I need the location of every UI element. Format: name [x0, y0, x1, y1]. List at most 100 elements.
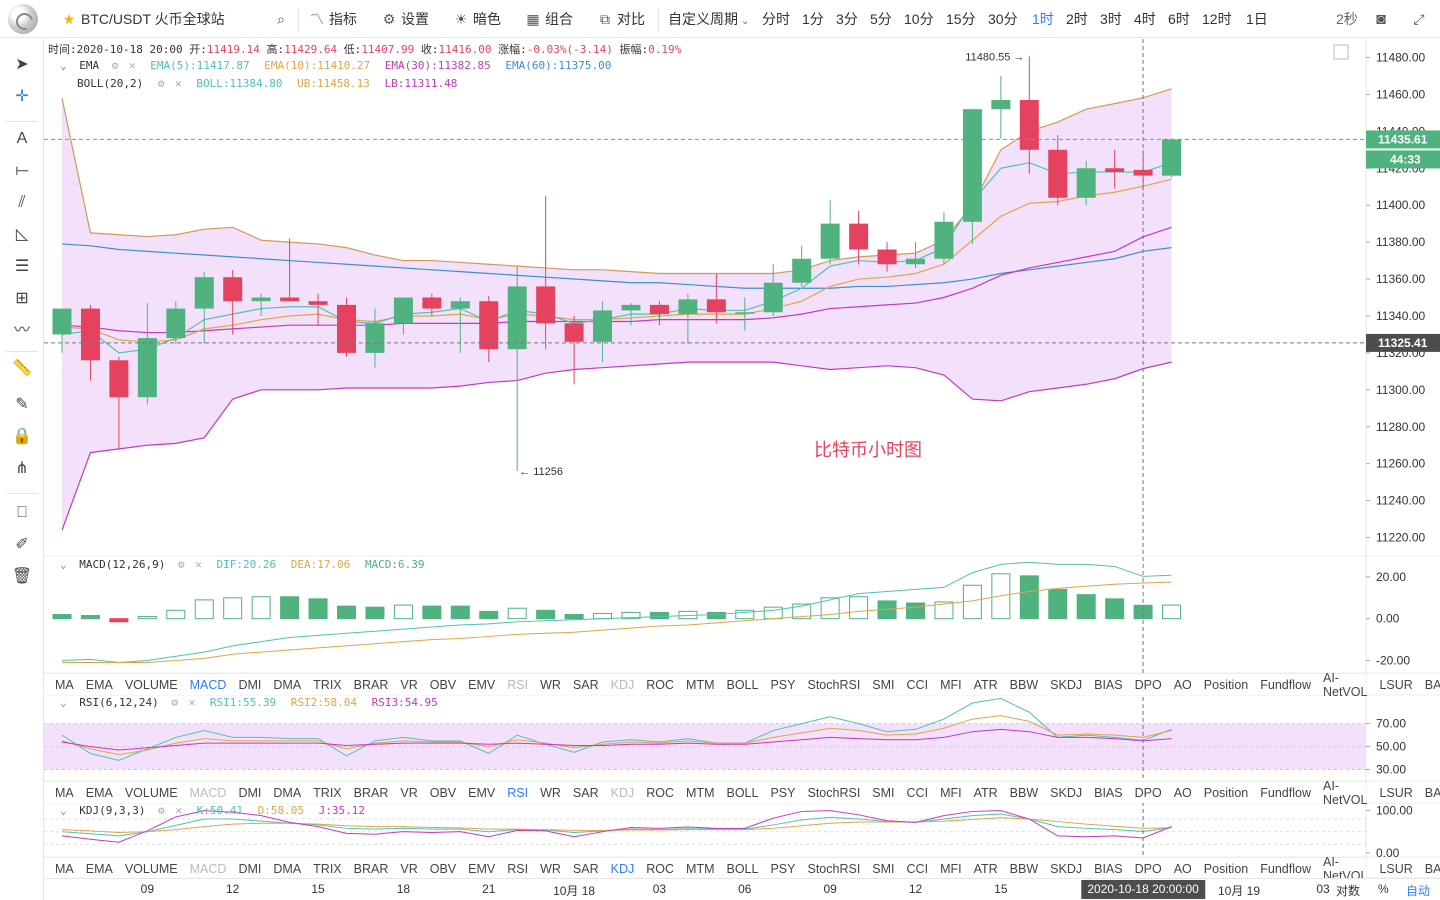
indicator-tab-rsi[interactable]: RSI [507, 862, 528, 876]
close-icon[interactable]: ✕ [129, 59, 136, 72]
indicator-tab-smi[interactable]: SMI [872, 862, 894, 876]
indicator-tab-mtm[interactable]: MTM [686, 678, 714, 692]
indicator-tab-bias[interactable]: BIAS [1094, 678, 1123, 692]
lock-tool-icon[interactable]: 🔒 [0, 421, 44, 453]
triangle-tool-icon[interactable]: ◺ [0, 219, 44, 251]
indicator-tab-psy[interactable]: PSY [770, 678, 795, 692]
period-10[interactable]: 4时 [1134, 0, 1156, 38]
magnet-tool-icon[interactable]: ⋔ [0, 453, 44, 485]
close-icon[interactable]: ✕ [189, 696, 196, 709]
indicator-tab-position[interactable]: Position [1204, 862, 1248, 876]
wave-tool-icon[interactable]: 〰 [0, 315, 44, 347]
indicator-tab-sar[interactable]: SAR [573, 678, 599, 692]
indicator-tab-rsi[interactable]: RSI [507, 786, 528, 800]
crosshair-tool-icon[interactable]: ✛ [0, 81, 44, 113]
indicator-tab-lsur[interactable]: LSUR [1379, 678, 1412, 692]
indicator-tab-smi[interactable]: SMI [872, 678, 894, 692]
indicator-tab-roc[interactable]: ROC [646, 678, 674, 692]
indicator-tab-bbw[interactable]: BBW [1010, 862, 1038, 876]
indicator-tab-atr[interactable]: ATR [974, 862, 998, 876]
indicator-tab-volume[interactable]: VOLUME [125, 678, 178, 692]
indicator-tab-smi[interactable]: SMI [872, 786, 894, 800]
indicator-tab-roc[interactable]: ROC [646, 786, 674, 800]
indicator-tab-trix[interactable]: TRIX [313, 862, 341, 876]
refresh-interval[interactable]: 2秒 [1336, 0, 1358, 38]
indicator-tab-kdj[interactable]: KDJ [611, 862, 635, 876]
gear-icon[interactable]: ⚙ [112, 59, 119, 72]
search-button[interactable]: ⌕ [272, 0, 293, 38]
period-11[interactable]: 6时 [1168, 0, 1190, 38]
indicator-tab-sar[interactable]: SAR [573, 862, 599, 876]
indicator-tab-trix[interactable]: TRIX [313, 678, 341, 692]
period-5[interactable]: 15分 [946, 0, 976, 38]
indicator-tab-skdj[interactable]: SKDJ [1050, 678, 1082, 692]
period-2[interactable]: 3分 [836, 0, 858, 38]
indicator-tab-macd[interactable]: MACD [190, 862, 227, 876]
indicator-tab-obv[interactable]: OBV [430, 678, 456, 692]
indicator-tab-dpo[interactable]: DPO [1135, 862, 1162, 876]
fullscreen-button[interactable]: ⤢ [1410, 0, 1431, 38]
symbol-selector[interactable]: ★ BTC/USDT 火币全球站 [60, 0, 225, 38]
indicator-tab-ema[interactable]: EMA [86, 678, 113, 692]
channel-tool-icon[interactable]: ⫽ [0, 187, 44, 219]
indicator-tab-basis[interactable]: BASIS [1425, 862, 1440, 876]
pencil-tool-icon[interactable]: ✎ [0, 389, 44, 421]
cursor-tool-icon[interactable]: ➤ [0, 49, 44, 81]
indicator-tab-ao[interactable]: AO [1174, 786, 1192, 800]
collapse-icon[interactable]: ⌄ [60, 59, 67, 72]
period-12[interactable]: 12时 [1202, 0, 1232, 38]
custom-period-dropdown[interactable]: 自定义周期 ⌄ [668, 0, 749, 38]
indicator-tab-kdj[interactable]: KDJ [611, 786, 635, 800]
indicator-tab-ema[interactable]: EMA [86, 786, 113, 800]
indicator-tab-kdj[interactable]: KDJ [611, 678, 635, 692]
indicator-tab-skdj[interactable]: SKDJ [1050, 786, 1082, 800]
indicator-tab-lsur[interactable]: LSUR [1379, 786, 1412, 800]
indicator-tab-vr[interactable]: VR [400, 678, 417, 692]
indicator-tab-basis[interactable]: BASIS [1425, 786, 1440, 800]
indicator-tab-mfi[interactable]: MFI [940, 786, 962, 800]
indicator-tab-dpo[interactable]: DPO [1135, 678, 1162, 692]
log-scale-toggle[interactable]: 对数 [1336, 882, 1360, 899]
indicator-tab-position[interactable]: Position [1204, 678, 1248, 692]
indicator-tab-ema[interactable]: EMA [86, 862, 113, 876]
indicator-tab-vr[interactable]: VR [400, 862, 417, 876]
indicator-tab-ma[interactable]: MA [55, 862, 74, 876]
dark-mode-button[interactable]: ☀ 暗色 [452, 0, 501, 38]
indicator-tab-brar[interactable]: BRAR [354, 862, 389, 876]
indicator-tab-bbw[interactable]: BBW [1010, 678, 1038, 692]
close-icon[interactable]: ✕ [175, 804, 182, 817]
indicator-tab-bias[interactable]: BIAS [1094, 786, 1123, 800]
indicator-tab-rsi[interactable]: RSI [507, 678, 528, 692]
indicator-tab-ma[interactable]: MA [55, 786, 74, 800]
indicator-tab-dma[interactable]: DMA [273, 786, 301, 800]
edit-tool-icon[interactable]: ✐ [0, 529, 44, 561]
indicator-tab-wr[interactable]: WR [540, 786, 561, 800]
indicator-tab-atr[interactable]: ATR [974, 786, 998, 800]
indicator-tab-ai-netvol[interactable]: AI-NetVOL [1323, 779, 1367, 807]
rect-tool-icon[interactable]: ⊞ [0, 283, 44, 315]
indicator-tab-dmi[interactable]: DMI [238, 862, 261, 876]
star-icon[interactable]: ★ [60, 0, 78, 38]
indicator-tab-stochrsi[interactable]: StochRSI [807, 862, 860, 876]
indicator-tab-ao[interactable]: AO [1174, 678, 1192, 692]
text-tool-icon[interactable]: A [0, 123, 44, 155]
trash-icon[interactable]: 🗑 [0, 561, 44, 593]
indicator-tab-ao[interactable]: AO [1174, 862, 1192, 876]
indicator-tab-ai-netvol[interactable]: AI-NetVOL [1323, 671, 1367, 699]
percent-scale-toggle[interactable]: % [1378, 882, 1389, 896]
kline-chart[interactable]: 11220.00 11240.00 11260.00 11280.00 11300.00… [44, 39, 1440, 878]
indicator-tab-mfi[interactable]: MFI [940, 678, 962, 692]
indicator-tab-brar[interactable]: BRAR [354, 678, 389, 692]
indicator-tab-basis[interactable]: BASIS [1425, 678, 1440, 692]
time-axis[interactable]: 09 12 15 18 21 10月 18 03 06 09 12 15 2020-10-18 20… [44, 878, 1440, 900]
combo-button[interactable]: ▦ 组合 [524, 0, 573, 38]
period-9[interactable]: 3时 [1100, 0, 1122, 38]
indicator-tab-wr[interactable]: WR [540, 678, 561, 692]
indicator-tab-sar[interactable]: SAR [573, 786, 599, 800]
indicator-tab-boll[interactable]: BOLL [727, 678, 759, 692]
indicator-tab-stochrsi[interactable]: StochRSI [807, 678, 860, 692]
period-4[interactable]: 10分 [904, 0, 934, 38]
collapse-icon[interactable]: ⌄ [60, 804, 67, 817]
indicator-tab-position[interactable]: Position [1204, 786, 1248, 800]
indicator-tab-cci[interactable]: CCI [907, 862, 929, 876]
